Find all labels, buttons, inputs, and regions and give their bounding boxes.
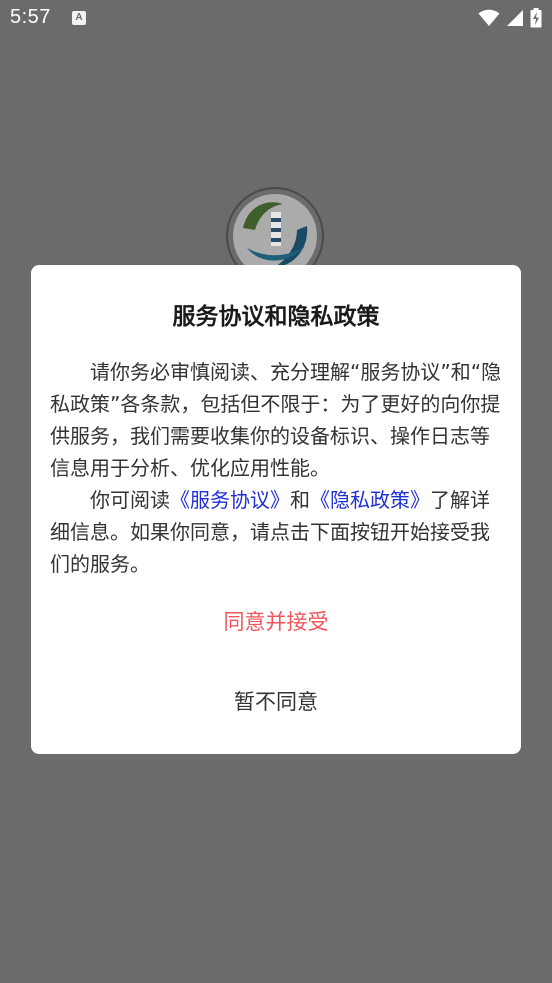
paragraph-2-and: 和	[290, 488, 310, 512]
wifi-icon	[478, 9, 500, 26]
status-bar: 5:57 A	[0, 0, 552, 38]
battery-charging-icon	[530, 8, 542, 28]
signal-icon	[507, 10, 523, 26]
dialog-title: 服务协议和隐私政策	[172, 304, 380, 330]
decline-button[interactable]: 暂不同意	[176, 679, 376, 725]
status-icons	[478, 7, 542, 29]
status-time: 5:57	[10, 6, 51, 28]
paragraph-2-prefix: 你可阅读	[90, 488, 170, 512]
notification-a-icon: A	[72, 11, 86, 25]
privacy-dialog: 服务协议和隐私政策 请你务必审慎阅读、充分理解“服务协议”和“隐私政策”各条款，…	[31, 265, 521, 754]
agree-button[interactable]: 同意并接受	[176, 599, 376, 645]
dialog-paragraph-2: 你可阅读《服务协议》和《隐私政策》了解详细信息。如果你同意，请点击下面按钮开始接…	[50, 484, 506, 580]
service-agreement-link[interactable]: 《服务协议》	[170, 488, 290, 512]
dialog-body: 请你务必审慎阅读、充分理解“服务协议”和“隐私政策”各条款，包括但不限于：为了更…	[50, 356, 506, 580]
privacy-policy-link[interactable]: 《隐私政策》	[310, 488, 430, 512]
dialog-paragraph-1: 请你务必审慎阅读、充分理解“服务协议”和“隐私政策”各条款，包括但不限于：为了更…	[50, 360, 502, 480]
notification-a-letter: A	[75, 12, 83, 23]
